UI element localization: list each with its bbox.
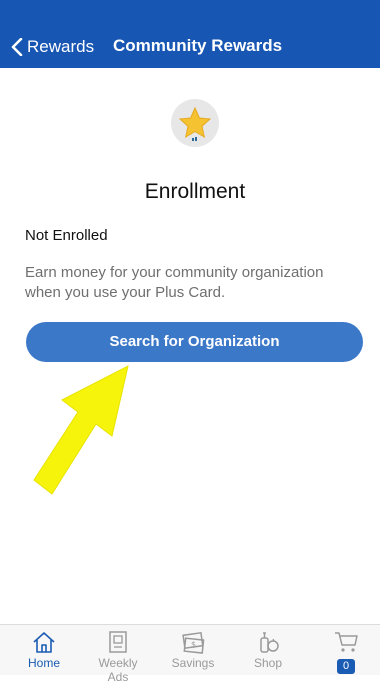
chevron-left-icon (11, 38, 23, 56)
weekly-ads-icon (109, 631, 127, 653)
tab-label: Shop (253, 656, 283, 670)
tab-shop[interactable]: Shop (238, 625, 298, 675)
tab-label: Savings (171, 656, 215, 670)
svg-text:$: $ (191, 640, 196, 649)
savings-icon: $ (182, 631, 205, 654)
tab-cart[interactable]: 0 (316, 625, 376, 675)
tab-home[interactable]: Home (14, 625, 74, 675)
tab-weekly-ads[interactable]: Weekly Ads (88, 625, 148, 684)
star-icon (178, 106, 212, 141)
shop-icon (260, 632, 279, 653)
cart-count-badge: 0 (337, 659, 355, 674)
enrollment-description: Earn money for your community organizati… (25, 264, 324, 301)
rewards-badge (171, 99, 219, 147)
tab-savings[interactable]: $ Savings (163, 625, 223, 675)
yellow-arrow-icon (33, 365, 129, 495)
tab-label: Weekly Ads (98, 656, 138, 684)
page-title: Community Rewards (113, 36, 283, 55)
bottom-tab-bar: Home Weekly Ads $ Savings Shop 0 (0, 624, 380, 684)
app-header: Rewards Community Rewards (0, 0, 380, 68)
back-label: Rewards (27, 37, 95, 56)
enrollment-title: Enrollment (144, 180, 246, 203)
search-organization-button[interactable]: Search for Organization (26, 322, 363, 362)
home-icon (33, 632, 55, 653)
back-button[interactable]: Rewards (10, 37, 94, 57)
cart-icon (335, 632, 358, 652)
tab-label: Home (27, 656, 60, 670)
enrollment-status: Not Enrolled (25, 227, 108, 244)
